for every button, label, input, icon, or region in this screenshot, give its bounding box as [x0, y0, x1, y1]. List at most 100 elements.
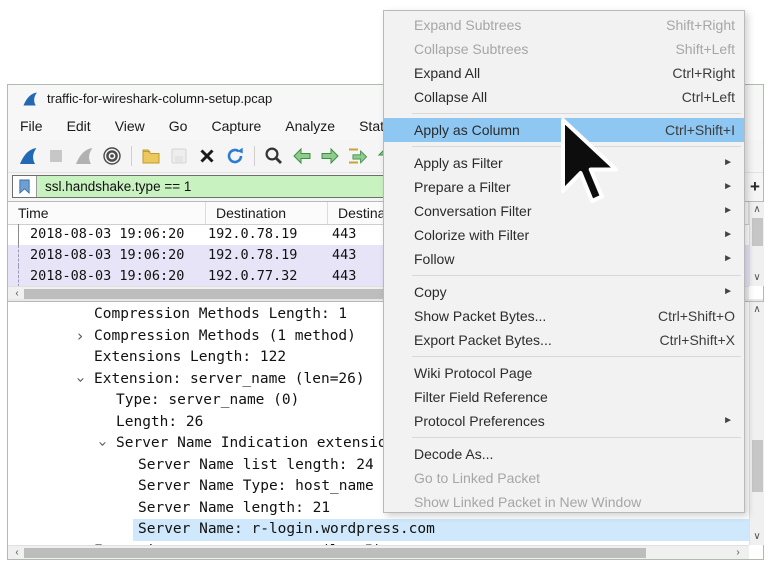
filter-bookmark-button[interactable]: [13, 176, 37, 197]
menu-item-label: Expand Subtrees: [414, 13, 521, 37]
menu-item-shortcut: Ctrl+Shift+X: [660, 328, 735, 352]
menu-item-expand-all[interactable]: Expand AllCtrl+Right: [384, 61, 744, 85]
menu-item-shortcut: Shift+Left: [675, 37, 735, 61]
cell-time: 2018-08-03 19:06:20: [30, 224, 184, 245]
separator-line: [412, 275, 741, 276]
scrollbar-thumb[interactable]: [752, 440, 763, 492]
mouse-cursor-icon: [560, 118, 620, 211]
scroll-right-icon[interactable]: ›: [731, 547, 745, 559]
column-header-destination[interactable]: Destination: [206, 202, 328, 224]
separator-line: [412, 113, 741, 114]
menu-item-label: Prepare a Filter: [414, 175, 510, 199]
tree-row-label: Extensions Length: 122: [94, 347, 286, 369]
menu-item-collapse-all[interactable]: Collapse AllCtrl+Left: [384, 85, 744, 109]
tree-row-label: Server Name: r-login.wordpress.com: [138, 519, 435, 541]
menu-separator: [384, 109, 744, 118]
menu-item-label: Copy: [414, 280, 447, 304]
toolbar-separator: [131, 146, 132, 166]
menu-item-label: Colorize with Filter: [414, 223, 529, 247]
submenu-arrow-icon: ►: [723, 199, 733, 223]
close-file-icon[interactable]: [195, 144, 219, 168]
menu-item-label: Show Linked Packet in New Window: [414, 490, 641, 514]
scroll-up-icon[interactable]: ∧: [750, 304, 764, 316]
reload-file-icon[interactable]: [223, 144, 247, 168]
menu-item-shortcut: Ctrl+Right: [672, 61, 735, 85]
menu-item-label: Collapse Subtrees: [414, 37, 528, 61]
menu-item-label: Follow: [414, 247, 454, 271]
menu-item-go-to-linked-packet: Go to Linked Packet: [384, 466, 744, 490]
start-capture-icon[interactable]: [16, 144, 40, 168]
packet-list-vscrollbar[interactable]: ∧ ∨: [749, 202, 764, 286]
menubar-item-file[interactable]: File: [8, 112, 55, 140]
context-menu: Expand SubtreesShift+RightCollapse Subtr…: [383, 10, 745, 513]
menu-item-show-packet-bytes[interactable]: Show Packet Bytes... Ctrl+Shift+O: [384, 304, 744, 328]
menu-item-export-packet-bytes[interactable]: Export Packet Bytes... Ctrl+Shift+X: [384, 328, 744, 352]
cell-destination: 192.0.77.32: [208, 266, 297, 286]
related-packet-marker: [18, 224, 19, 245]
menu-item-label: Wiki Protocol Page: [414, 361, 532, 385]
menu-item-label: Filter Field Reference: [414, 385, 548, 409]
tree-row-label: Server Name Type: host_name (0): [138, 476, 409, 498]
toolbar-separator: [254, 146, 255, 166]
menu-item-wiki-protocol-page[interactable]: Wiki Protocol Page: [384, 361, 744, 385]
scrollbar-thumb[interactable]: [752, 218, 763, 246]
column-header-time[interactable]: Time: [8, 202, 206, 224]
related-packet-marker: [18, 266, 19, 286]
menu-item-copy[interactable]: Copy►: [384, 280, 744, 304]
related-packet-marker: [18, 245, 19, 266]
scrollbar-thumb[interactable]: [24, 548, 646, 558]
collapse-expander-icon[interactable]: ›: [69, 372, 91, 386]
cell-time: 2018-08-03 19:06:20: [30, 245, 184, 266]
scroll-left-icon[interactable]: ‹: [10, 547, 24, 559]
capture-options-icon[interactable]: [100, 144, 124, 168]
expand-expander-icon[interactable]: ›: [73, 326, 87, 348]
go-to-packet-icon[interactable]: [346, 144, 370, 168]
separator-line: [412, 437, 741, 438]
menubar-item-analyze[interactable]: Analyze: [273, 112, 347, 140]
menubar-item-edit[interactable]: Edit: [55, 112, 103, 140]
tree-row-label: Compression Methods Length: 1: [94, 304, 347, 326]
menu-item-collapse-subtrees: Collapse Subtrees Shift+Left: [384, 37, 744, 61]
menubar-item-view[interactable]: View: [103, 112, 157, 140]
scroll-up-icon[interactable]: ∧: [750, 204, 764, 216]
menu-item-shortcut: Ctrl+Shift+I: [665, 118, 735, 142]
menu-item-protocol-preferences[interactable]: Protocol Preferences ►: [384, 409, 744, 433]
scroll-down-icon[interactable]: ∨: [750, 272, 764, 284]
window-title: traffic-for-wireshark-column-setup.pcap: [47, 91, 272, 106]
menu-item-colorize-with-filter[interactable]: Colorize with Filter►: [384, 223, 744, 247]
go-back-icon[interactable]: [290, 144, 314, 168]
stop-capture-icon: [44, 144, 68, 168]
cell-time: 2018-08-03 19:06:20: [30, 266, 184, 286]
menu-separator: [384, 271, 744, 280]
menu-item-follow[interactable]: Follow►: [384, 247, 744, 271]
menu-item-label: Export Packet Bytes...: [414, 328, 552, 352]
scroll-down-icon[interactable]: ∨: [750, 531, 764, 543]
tree-row-label: Server Name list length: 24: [138, 455, 374, 477]
menu-item-label: Show Packet Bytes...: [414, 304, 546, 328]
menu-item-decode-as[interactable]: Decode As...: [384, 442, 744, 466]
menu-item-label: Collapse All: [414, 85, 487, 109]
menubar-item-capture[interactable]: Capture: [199, 112, 273, 140]
find-packet-icon[interactable]: [262, 144, 286, 168]
menu-item-label: Protocol Preferences: [414, 409, 545, 433]
submenu-arrow-icon: ►: [723, 409, 733, 433]
cell-destination-port: 443: [332, 245, 356, 266]
detail-vscrollbar[interactable]: ∧ ∨: [749, 302, 764, 545]
open-file-icon[interactable]: [139, 144, 163, 168]
menu-item-filter-field-reference[interactable]: Filter Field Reference: [384, 385, 744, 409]
menu-item-shortcut: Shift+Right: [666, 13, 735, 37]
filter-add-button[interactable]: +: [747, 175, 763, 198]
tree-row-label: Compression Methods (1 method): [94, 326, 356, 348]
menu-item-label: Apply as Column: [414, 118, 520, 142]
tree-row[interactable]: Server Name: r-login.wordpress.com: [8, 519, 749, 541]
menu-separator: [384, 433, 744, 442]
collapse-expander-icon[interactable]: ›: [91, 437, 113, 451]
detail-hscrollbar[interactable]: ‹ ›: [8, 545, 749, 559]
save-file-icon: [167, 144, 191, 168]
go-forward-icon[interactable]: [318, 144, 342, 168]
menu-item-shortcut: Ctrl+Shift+O: [658, 304, 735, 328]
menu-item-label: Decode As...: [414, 442, 493, 466]
cell-destination: 192.0.78.19: [208, 245, 297, 266]
menu-item-expand-subtrees: Expand Subtrees Shift+Right: [384, 13, 744, 37]
menubar-item-go[interactable]: Go: [157, 112, 200, 140]
